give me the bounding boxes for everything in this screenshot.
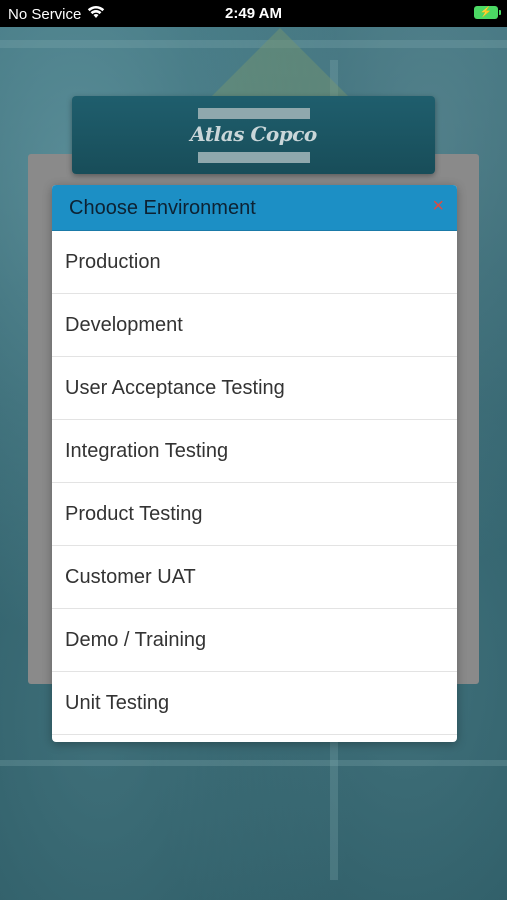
background-floor-line — [0, 760, 507, 766]
environment-option-production[interactable]: Production — [52, 231, 457, 294]
environment-option-label: Development — [65, 314, 183, 336]
close-icon[interactable]: × — [432, 196, 444, 216]
environment-option-demo-training[interactable]: Demo / Training — [52, 609, 457, 672]
environment-option-label: Production — [65, 251, 161, 273]
environment-option-integration-testing[interactable]: Integration Testing — [52, 420, 457, 483]
environment-option-label: Customer UAT — [65, 566, 196, 588]
environment-option-label: Unit Testing — [65, 692, 170, 714]
status-right: ⚡ — [474, 6, 501, 19]
environment-option-development[interactable]: Development — [52, 294, 457, 357]
environment-option-label: Integration Testing — [65, 440, 229, 462]
status-bar: No Service 2:49 AM ⚡ — [0, 0, 507, 27]
logo-stripe-top — [198, 108, 310, 119]
environment-option-user-acceptance-testing[interactable]: User Acceptance Testing — [52, 357, 457, 420]
logo-stripe-bottom — [198, 152, 310, 163]
environment-option-label: Demo / Training — [65, 629, 207, 651]
atlas-copco-logo: Atlas Copco — [190, 122, 317, 146]
status-time: 2:49 AM — [225, 5, 282, 22]
modal-title: Choose Environment — [69, 197, 256, 219]
environment-list: Production Development User Acceptance T… — [52, 231, 457, 735]
environment-option-customer-uat[interactable]: Customer UAT — [52, 546, 457, 609]
environment-option-product-testing[interactable]: Product Testing — [52, 483, 457, 546]
environment-option-label: Product Testing — [65, 503, 203, 525]
modal-header: Choose Environment × — [52, 185, 457, 231]
background-shape — [210, 28, 350, 98]
choose-environment-modal: Choose Environment × Production Developm… — [52, 185, 457, 742]
battery-charging-icon: ⚡ — [474, 6, 501, 19]
environment-option-label: User Acceptance Testing — [65, 377, 285, 399]
logo-banner: Atlas Copco — [72, 96, 435, 174]
environment-option-unit-testing[interactable]: Unit Testing — [52, 672, 457, 735]
